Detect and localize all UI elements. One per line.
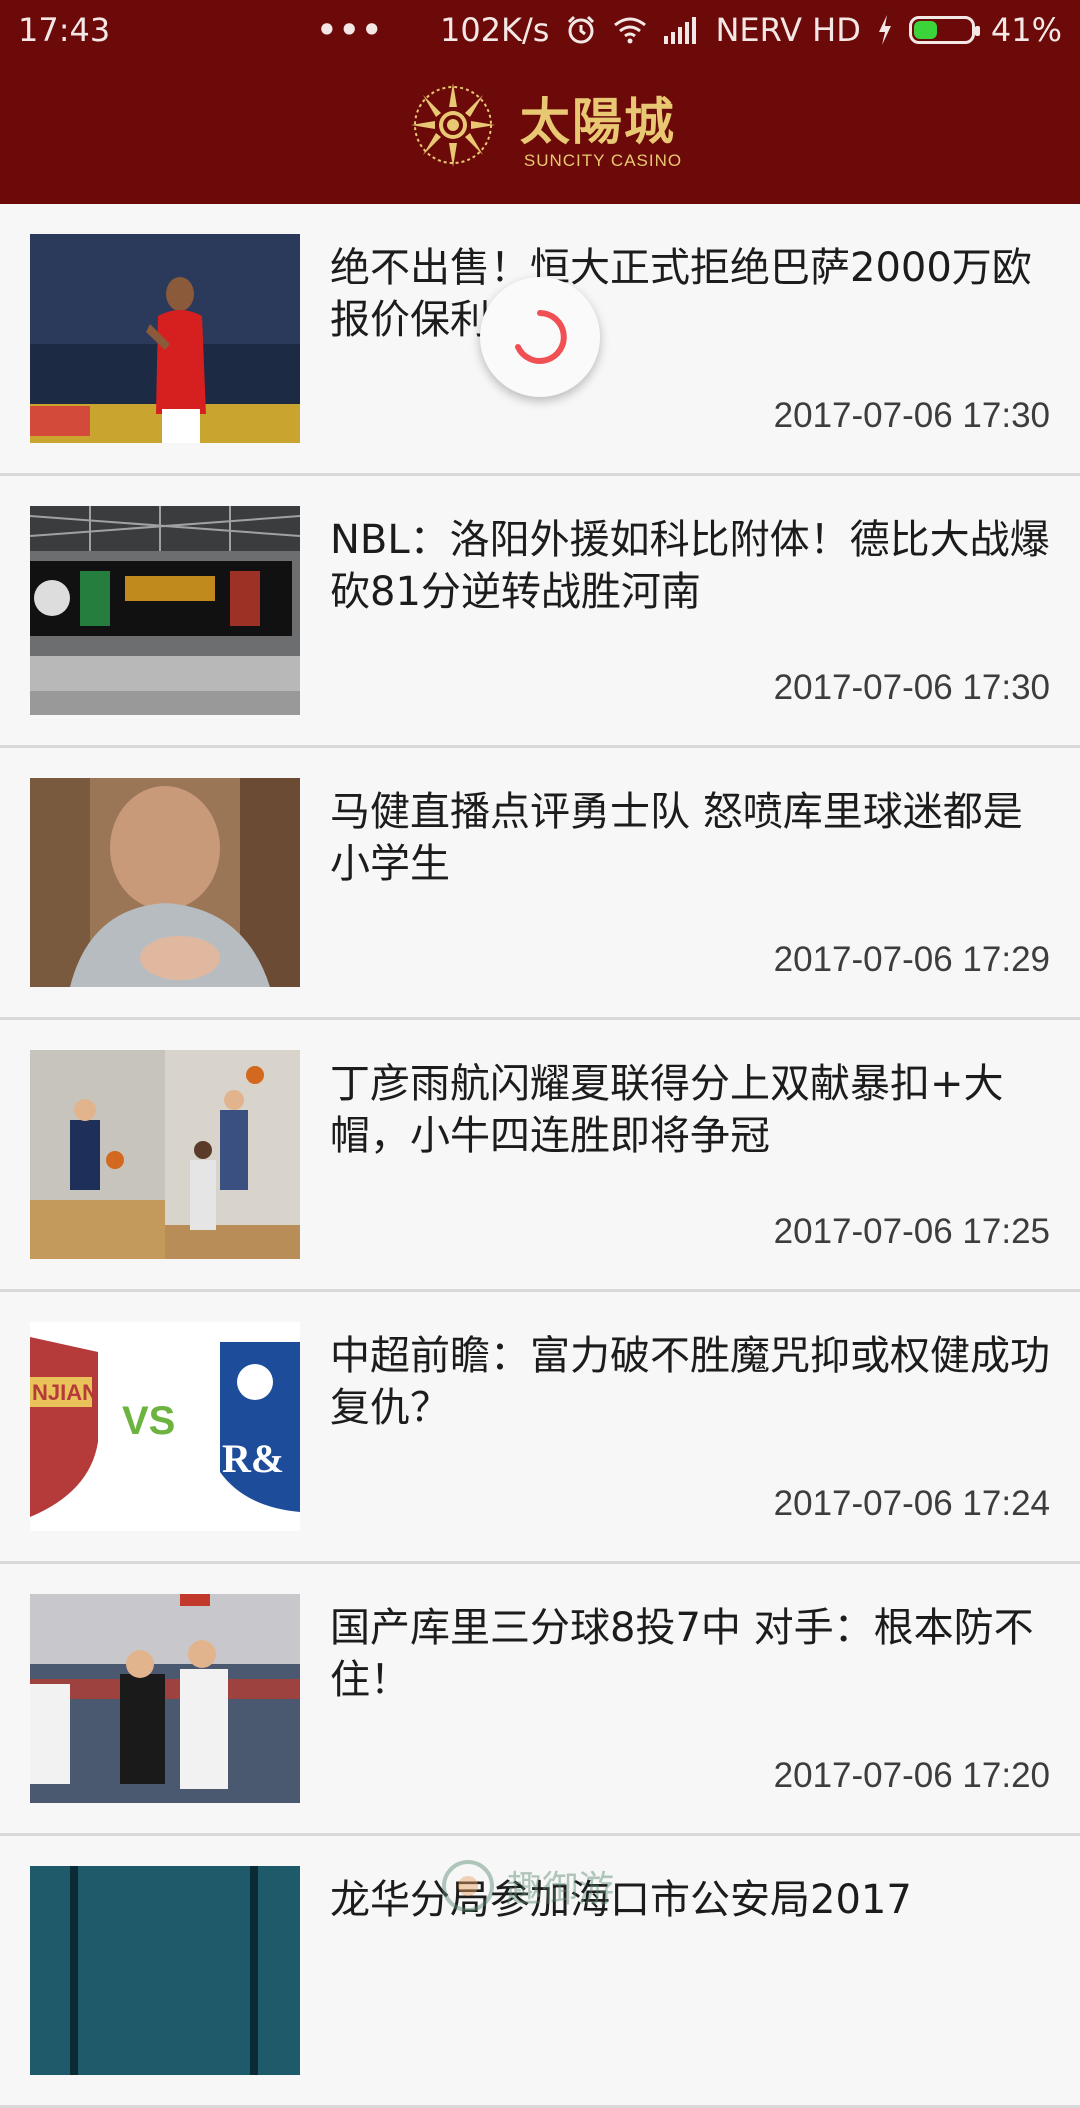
wifi-icon: [613, 16, 647, 44]
news-time: 2017-07-06 17:30: [773, 396, 1050, 435]
crest-left-text: NJIAN: [32, 1380, 98, 1405]
charging-icon: [877, 15, 893, 45]
scoreboard-photo: [30, 506, 300, 715]
man-pointing-photo: [30, 778, 300, 987]
news-title: 马健直播点评勇士队 怒喷库里球迷都是小学生: [330, 789, 1023, 887]
crest-right-text: R&: [222, 1436, 284, 1481]
watermark-logo-icon: [442, 1860, 494, 1912]
news-title: 绝不出售！恒大正式拒绝巴萨2000万欧报价保利尼奥: [330, 245, 1032, 343]
news-item[interactable]: 国产库里三分球8投7中 对手：根本防不住！ 2017-07-06 17:20: [0, 1564, 1080, 1836]
basketball-game-photo: [30, 1050, 300, 1259]
loading-spinner: [480, 277, 600, 397]
signal-icon: [663, 16, 699, 44]
team-crests-vs-image: NJIAN VS R&: [30, 1322, 300, 1531]
news-item[interactable]: 马健直播点评勇士队 怒喷库里球迷都是小学生 2017-07-06 17:29: [0, 748, 1080, 1020]
news-title: 国产库里三分球8投7中 对手：根本防不住！: [330, 1605, 1034, 1703]
news-title: 龙华分局参加海口市公安局2017: [330, 1877, 912, 1923]
status-indicators: ••• 102K/s NERV HD 41%: [317, 11, 1062, 49]
brand-name-en: SUNCITY CASINO: [523, 151, 683, 170]
carrier-name: NERV HD: [715, 11, 861, 49]
news-time: 2017-07-06 17:24: [773, 1484, 1050, 1523]
news-item[interactable]: NBL：洛阳外援如科比附体！德比大战爆砍81分逆转战胜河南 2017-07-06…: [0, 476, 1080, 748]
news-feed[interactable]: 绝不出售！恒大正式拒绝巴萨2000万欧报价保利尼奥 2017-07-06 17:…: [0, 204, 1080, 2108]
partial-photo: [30, 1866, 300, 2075]
news-time: 2017-07-06 17:29: [773, 940, 1050, 979]
battery-level: [913, 21, 937, 39]
basketball-players-photo: [30, 1594, 300, 1803]
notification-dots: •••: [316, 11, 384, 49]
alarm-icon: [565, 14, 597, 46]
news-title: 中超前瞻：富力破不胜魔咒抑或权健成功复仇？: [330, 1333, 1050, 1431]
brand-name-cn: 太陽城: [519, 92, 676, 151]
app-header: 太陽城 SUNCITY CASINO: [0, 60, 1080, 204]
news-time: 2017-07-06 17:30: [773, 668, 1050, 707]
vs-text: VS: [122, 1399, 175, 1443]
news-item[interactable]: NJIAN VS R& 中超前瞻：富力破不胜魔咒抑或权健成功复仇？ 2017-0…: [0, 1292, 1080, 1564]
suncity-emblem-icon: [398, 77, 508, 187]
news-time: 2017-07-06 17:20: [773, 1756, 1050, 1795]
battery-icon: [908, 16, 980, 44]
network-speed: 102K/s: [439, 11, 550, 49]
battery-percent: 41%: [990, 11, 1062, 49]
news-item[interactable]: 丁彦雨航闪耀夏联得分上双献暴扣+大帽，小牛四连胜即将争冠 2017-07-06 …: [0, 1020, 1080, 1292]
watermark: 趣御游: [440, 1858, 614, 1914]
football-player-photo: [30, 234, 300, 443]
news-title: 丁彦雨航闪耀夏联得分上双献暴扣+大帽，小牛四连胜即将争冠: [330, 1061, 1004, 1159]
news-time: 2017-07-06 17:25: [773, 1212, 1050, 1251]
status-time: 17:43: [18, 11, 111, 49]
brand-logo: 太陽城 SUNCITY CASINO: [520, 93, 682, 171]
watermark-text: 趣御游: [506, 1869, 615, 1910]
status-bar: 17:43 ••• 102K/s NERV HD 41%: [0, 0, 1080, 60]
news-title: NBL：洛阳外援如科比附体！德比大战爆砍81分逆转战胜河南: [330, 517, 1050, 615]
spinner-icon: [515, 310, 567, 364]
